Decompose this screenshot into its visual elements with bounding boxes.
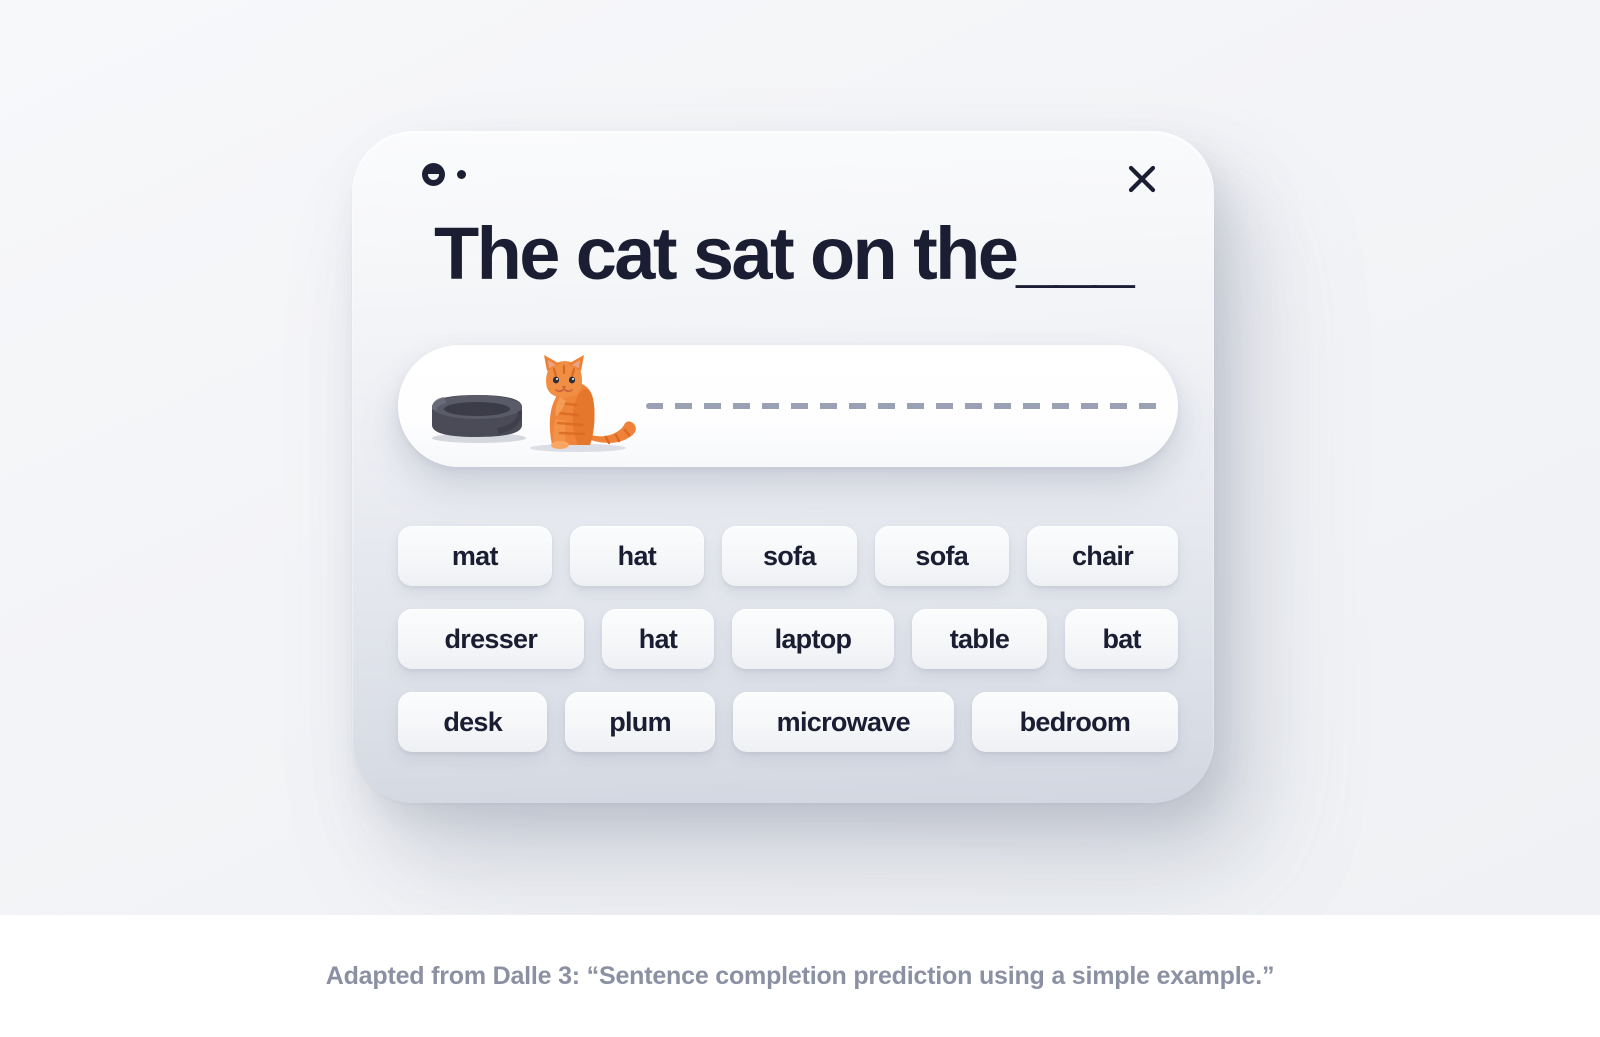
- word-chip[interactable]: sofa: [722, 526, 857, 586]
- orange-tabby-cat-icon: [530, 355, 636, 452]
- prediction-card: The cat sat on the___ mat hat sofa sofa …: [352, 131, 1214, 803]
- word-chip[interactable]: hat: [601, 609, 715, 669]
- word-chip[interactable]: microwave: [732, 692, 954, 752]
- word-chip[interactable]: sofa: [874, 526, 1009, 586]
- figure-caption: Adapted from Dalle 3: “Sentence completi…: [325, 961, 1275, 990]
- suggestion-row: dresser hat laptop table bat: [398, 609, 1178, 669]
- page-background: The cat sat on the___ mat hat sofa sofa …: [0, 0, 1600, 915]
- word-chip[interactable]: bat: [1065, 609, 1178, 669]
- dot-small-icon: [457, 170, 466, 179]
- word-chip[interactable]: mat: [398, 526, 552, 586]
- suggestion-row: desk plum microwave bedroom: [398, 692, 1178, 752]
- answer-input-field[interactable]: [398, 345, 1178, 467]
- word-chip[interactable]: dresser: [398, 609, 584, 669]
- dot-large-icon: [422, 163, 445, 186]
- word-chip[interactable]: hat: [569, 526, 705, 586]
- page-title: The cat sat on the___: [434, 212, 1135, 295]
- close-icon[interactable]: [1122, 159, 1162, 199]
- word-chip[interactable]: laptop: [732, 609, 894, 669]
- caption-strip: Adapted from Dalle 3: “Sentence completi…: [0, 915, 1600, 1037]
- dashed-line-icon: [646, 403, 1158, 409]
- word-chip[interactable]: chair: [1026, 526, 1179, 586]
- word-chip[interactable]: plum: [565, 692, 715, 752]
- word-chip[interactable]: desk: [398, 692, 548, 752]
- pet-bed-icon: [432, 395, 526, 443]
- word-chip[interactable]: bedroom: [971, 692, 1178, 752]
- two-dots-icon: [422, 163, 466, 186]
- word-chip[interactable]: table: [911, 609, 1048, 669]
- suggestion-row: mat hat sofa sofa chair: [398, 526, 1179, 586]
